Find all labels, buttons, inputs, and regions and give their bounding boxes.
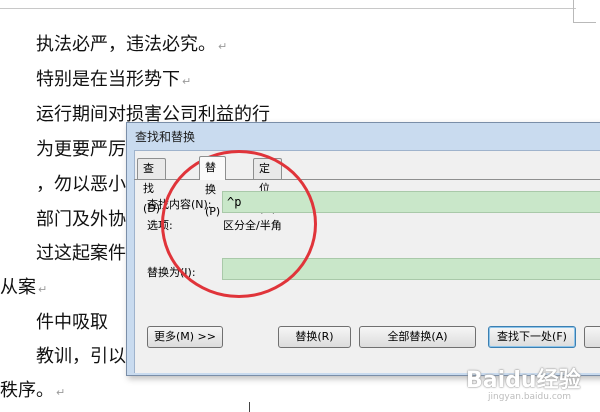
baidu-watermark-logo: Baidu经验 bbox=[466, 368, 581, 393]
watermark-url: jingyan.baidu.com bbox=[488, 392, 572, 402]
doc-line-1[interactable]: 执法必严，违法必究。 ↵ bbox=[36, 34, 227, 58]
doc-line-6[interactable]: 部门及外协 bbox=[36, 209, 126, 231]
doc-line-9[interactable]: 件中吸取 bbox=[36, 312, 108, 334]
more-button[interactable]: 更多(M) >> bbox=[147, 326, 223, 348]
dialog-title[interactable]: 查找和替换 bbox=[135, 128, 195, 145]
doc-line-11[interactable]: 秩序。 ↵ bbox=[0, 380, 65, 404]
page-corner-mark bbox=[573, 0, 596, 23]
doc-line-10[interactable]: 教训，引以 bbox=[36, 346, 126, 368]
replace-button[interactable]: 替换(R) bbox=[278, 326, 351, 348]
doc-line-8[interactable]: 从案 ↵ bbox=[0, 277, 47, 301]
doc-line-4[interactable]: 为更要严厉 bbox=[36, 139, 126, 161]
tab-replace[interactable]: 替换(P) bbox=[199, 156, 227, 218]
doc-line-7[interactable]: 过这起案件 bbox=[36, 243, 126, 265]
text-cursor bbox=[249, 402, 250, 412]
tab-find[interactable]: 查找(D) bbox=[137, 158, 167, 215]
doc-line-2[interactable]: 特别是在当形势下 ↵ bbox=[36, 69, 191, 93]
red-annotation-circle bbox=[161, 150, 317, 298]
doc-line-5[interactable]: ，勿以恶小 bbox=[36, 174, 126, 196]
replace-all-button[interactable]: 全部替换(A) bbox=[359, 326, 476, 348]
cancel-button-partial[interactable] bbox=[584, 326, 600, 348]
page-margin-line bbox=[0, 8, 576, 9]
find-next-button[interactable]: 查找下一处(F) bbox=[488, 326, 576, 348]
